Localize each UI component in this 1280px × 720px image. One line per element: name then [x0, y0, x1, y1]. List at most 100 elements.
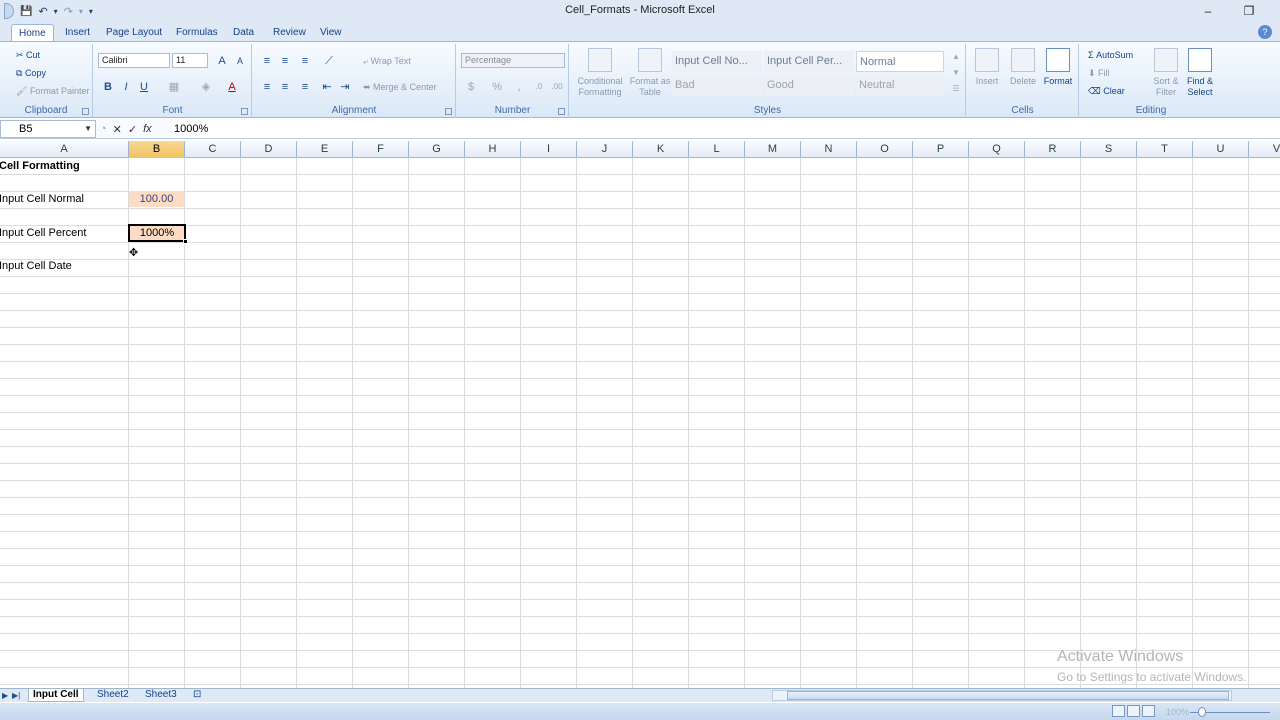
column-header-p[interactable]: P	[913, 141, 969, 158]
clipboard-launcher-icon[interactable]	[82, 108, 89, 115]
normal-view-icon[interactable]	[1112, 705, 1125, 717]
font-name-select[interactable]: Calibri	[98, 53, 170, 68]
column-header-q[interactable]: Q	[969, 141, 1025, 158]
horizontal-scrollbar[interactable]	[772, 690, 1232, 701]
column-header-d[interactable]: D	[241, 141, 297, 158]
style-neutral[interactable]: Neutral	[856, 75, 944, 96]
conditional-formatting-button[interactable]: Conditional Formatting	[576, 48, 624, 98]
cancel-icon[interactable]: ✕	[113, 123, 122, 136]
fill-button[interactable]: ⬇ Fill	[1088, 68, 1110, 79]
input-cell-normal[interactable]: 100.00	[129, 191, 184, 207]
column-header-g[interactable]: G	[409, 141, 465, 158]
column-header-l[interactable]: L	[689, 141, 745, 158]
column-header-b[interactable]: B	[129, 141, 185, 158]
clear-button[interactable]: ⌫ Clear	[1088, 86, 1125, 97]
last-sheet-icon[interactable]: ▶|	[12, 689, 20, 702]
sheet-tab-sheet3[interactable]: Sheet3	[141, 689, 181, 702]
orientation-icon[interactable]: ⟋	[321, 54, 337, 68]
align-bottom-icon[interactable]: ≡	[297, 54, 313, 68]
copy-button[interactable]: ⧉ Copy	[16, 68, 46, 79]
align-center-icon[interactable]: ≡	[277, 80, 293, 94]
column-header-j[interactable]: J	[577, 141, 633, 158]
increase-indent-icon[interactable]: ⇥	[337, 80, 353, 94]
style-normal[interactable]: Normal	[856, 51, 944, 72]
tab-page-layout[interactable]: Page Layout	[99, 24, 169, 42]
percent-button[interactable]: %	[489, 80, 505, 94]
restore-button[interactable]: ❐	[1237, 2, 1261, 20]
page-break-view-icon[interactable]	[1142, 705, 1155, 717]
active-cell-b5[interactable]: 1000%	[128, 224, 188, 244]
currency-button[interactable]: $	[463, 80, 479, 94]
formula-input[interactable]: 1000%	[172, 120, 1280, 138]
underline-button[interactable]: U	[136, 80, 152, 94]
font-size-select[interactable]: 11	[172, 53, 208, 68]
tab-home[interactable]: Home	[11, 24, 54, 42]
tab-view[interactable]: View	[313, 24, 349, 42]
cut-button[interactable]: ✂ Cut	[16, 50, 40, 61]
delete-cells-button[interactable]: Delete	[1003, 48, 1043, 87]
format-painter-button[interactable]: 🖌 Format Painter	[16, 86, 89, 97]
insert-cells-button[interactable]: Insert	[967, 48, 1007, 87]
sheet-tab-input-cell[interactable]: Input Cell	[28, 689, 84, 702]
comma-style-icon[interactable]: ,	[511, 80, 527, 94]
find-select-button[interactable]: Find & Select	[1180, 48, 1220, 98]
sheet-tab-sheet2[interactable]: Sheet2	[93, 689, 133, 702]
borders-icon[interactable]: ▦	[166, 80, 182, 94]
align-top-icon[interactable]: ≡	[259, 54, 275, 68]
column-header-h[interactable]: H	[465, 141, 521, 158]
styles-scroll-up-icon[interactable]: ▲	[948, 50, 964, 64]
column-header-n[interactable]: N	[801, 141, 857, 158]
decrease-indent-icon[interactable]: ⇤	[319, 80, 335, 94]
fill-handle[interactable]	[183, 239, 188, 244]
column-header-i[interactable]: I	[521, 141, 577, 158]
minimize-button[interactable]: –	[1196, 2, 1220, 20]
italic-button[interactable]: I	[118, 80, 134, 94]
expand-icon[interactable]: ◔	[100, 123, 107, 135]
name-box[interactable]: B5 ▼	[0, 120, 96, 138]
font-color-icon[interactable]: A	[224, 80, 240, 94]
format-cells-button[interactable]: Format	[1038, 48, 1078, 87]
shrink-font-icon[interactable]: A	[232, 54, 248, 68]
tab-insert[interactable]: Insert	[58, 24, 97, 42]
zoom-level[interactable]: 100%	[1166, 707, 1189, 717]
label-input-percent[interactable]: Input Cell Percent	[0, 225, 86, 241]
grow-font-icon[interactable]: A	[214, 54, 230, 68]
align-right-icon[interactable]: ≡	[297, 80, 313, 94]
align-left-icon[interactable]: ≡	[259, 80, 275, 94]
style-good[interactable]: Good	[764, 75, 854, 96]
styles-more-icon[interactable]: ☰	[948, 82, 964, 96]
fill-color-icon[interactable]: ◈	[198, 80, 214, 94]
column-header-m[interactable]: M	[745, 141, 801, 158]
column-header-c[interactable]: C	[185, 141, 241, 158]
styles-scroll-down-icon[interactable]: ▼	[948, 66, 964, 80]
insert-function-icon[interactable]: fx	[143, 123, 152, 135]
increase-decimal-icon[interactable]: .0	[531, 80, 547, 94]
column-header-a[interactable]: A	[0, 141, 129, 158]
page-layout-view-icon[interactable]	[1127, 705, 1140, 717]
style-bad[interactable]: Bad	[672, 75, 762, 96]
scrollbar-thumb[interactable]	[787, 691, 1229, 700]
decrease-decimal-icon[interactable]: .00	[549, 80, 565, 94]
font-launcher-icon[interactable]	[241, 108, 248, 115]
column-header-u[interactable]: U	[1193, 141, 1249, 158]
column-header-k[interactable]: K	[633, 141, 689, 158]
help-icon[interactable]: ?	[1258, 25, 1272, 39]
column-header-v[interactable]: V	[1249, 141, 1280, 158]
column-header-r[interactable]: R	[1025, 141, 1081, 158]
autosum-button[interactable]: Σ AutoSum	[1088, 50, 1133, 60]
align-middle-icon[interactable]: ≡	[277, 54, 293, 68]
number-launcher-icon[interactable]	[558, 108, 565, 115]
style-input-cell-normal[interactable]: Input Cell No...	[672, 51, 762, 72]
tab-review[interactable]: Review	[266, 24, 313, 42]
label-input-date[interactable]: Input Cell Date	[0, 258, 72, 274]
column-header-t[interactable]: T	[1137, 141, 1193, 158]
zoom-slider-knob[interactable]	[1198, 707, 1206, 717]
label-input-normal[interactable]: Input Cell Normal	[0, 191, 84, 207]
alignment-launcher-icon[interactable]	[445, 108, 452, 115]
number-format-select[interactable]: Percentage	[461, 53, 565, 68]
format-as-table-button[interactable]: Format as Table	[626, 48, 674, 98]
column-header-s[interactable]: S	[1081, 141, 1137, 158]
insert-sheet-icon[interactable]: ⊡	[189, 689, 205, 702]
tab-data[interactable]: Data	[226, 24, 261, 42]
merge-center-button[interactable]: ⬌ Merge & Center	[363, 82, 437, 93]
